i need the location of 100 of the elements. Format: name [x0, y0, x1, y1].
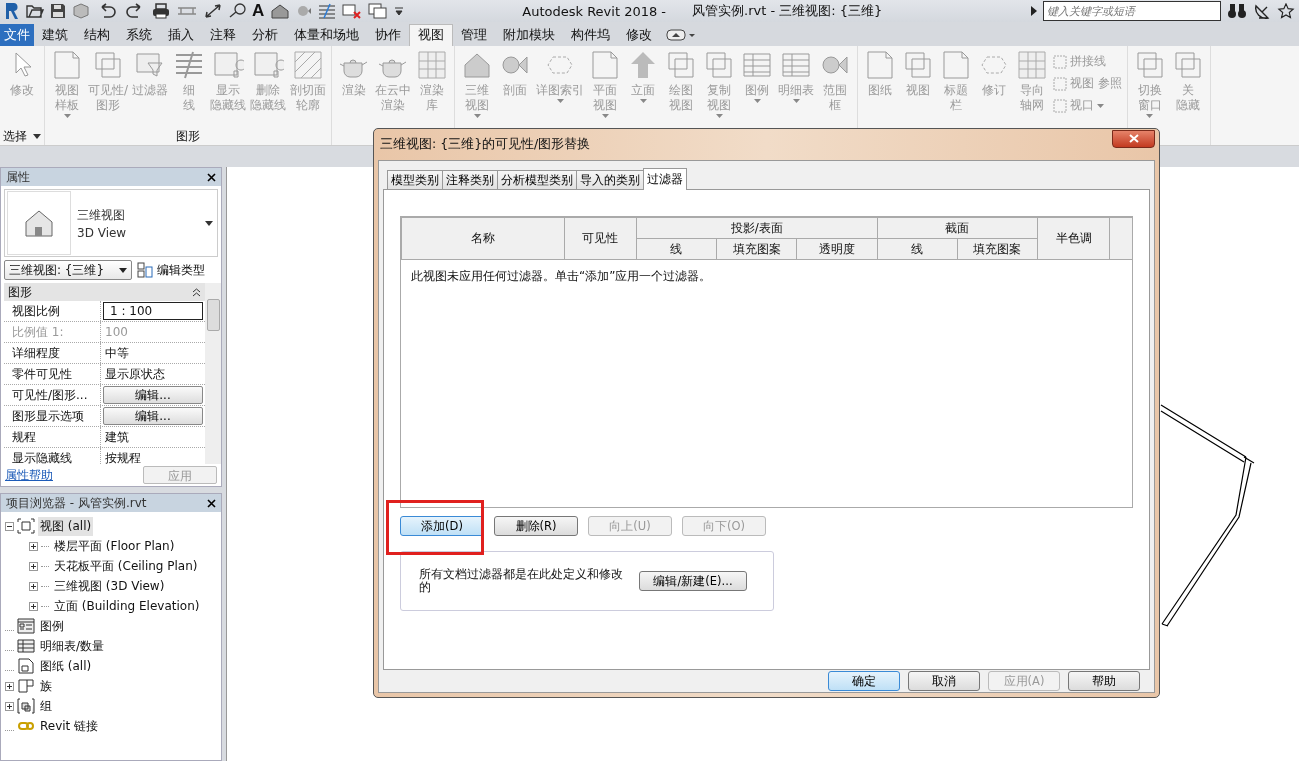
tree-item[interactable]: 组	[38, 696, 54, 716]
satellite-dish-icon[interactable]	[1253, 3, 1271, 19]
view-dropdown[interactable]: 三维视图: {三维}	[4, 260, 132, 280]
dropdown-arrow-icon	[205, 220, 213, 226]
expand-toggle-icon[interactable]	[5, 701, 14, 711]
close-icon[interactable]	[207, 172, 216, 182]
group-header: 图形	[8, 283, 32, 301]
column-header: 投影/表面	[636, 217, 878, 239]
tree-item[interactable]: 视图 (all)	[38, 516, 94, 536]
tree-item[interactable]: 族	[38, 676, 54, 696]
tree-item[interactable]: 图纸 (all)	[38, 656, 94, 676]
expand-arrow-icon[interactable]	[1031, 6, 1037, 16]
search-field[interactable]: 键入关键字或短语	[1043, 1, 1221, 21]
edit-button[interactable]: 编辑...	[103, 386, 203, 404]
empty-message: 此视图未应用任何过滤器。单击“添加”应用一个过滤器。	[410, 268, 713, 285]
property-value: 100	[104, 325, 128, 339]
close-windows-icon[interactable]	[342, 3, 363, 19]
dialog-tab[interactable]: 分析模型类别	[497, 170, 577, 189]
column-header: 名称	[401, 217, 565, 260]
ribbon-tab[interactable]: 系统	[118, 24, 160, 46]
tree-item[interactable]: Revit 链接	[38, 716, 101, 736]
r-logo-icon	[4, 2, 20, 20]
dialog-tab[interactable]: 模型类别	[387, 170, 443, 189]
ribbon-tab[interactable]: 体量和场地	[286, 24, 367, 46]
save-icon[interactable]	[50, 3, 66, 19]
document-title: 风管实例.rvt - 三维视图: {三维}	[692, 2, 884, 20]
panel-title: 选择	[3, 127, 27, 145]
tree-item[interactable]: 楼层平面 (Floor Plan)	[52, 536, 177, 556]
property-value: 中等	[104, 344, 129, 362]
expand-toggle-icon[interactable]	[29, 601, 38, 611]
dialog-button[interactable]: 添加(D)	[400, 516, 484, 536]
ribbon-tab[interactable]: 注释	[202, 24, 244, 46]
dialog-button[interactable]: 删除(R)	[494, 516, 578, 536]
scrollbar[interactable]	[205, 283, 221, 464]
scale-field[interactable]: 1 : 100	[103, 302, 203, 320]
property-value: 显示原状态	[104, 365, 165, 383]
cube-icon[interactable]	[72, 3, 90, 19]
file-menu-tab[interactable]: 文件	[0, 24, 34, 46]
edit-type-icon	[137, 262, 153, 278]
help-link[interactable]: 属性帮助	[5, 466, 53, 484]
column-header: 可见性	[564, 217, 637, 260]
ribbon-tab[interactable]: 附加模块	[495, 24, 563, 46]
ribbon-tab[interactable]: 管理	[453, 24, 495, 46]
edit-button[interactable]: 编辑...	[103, 407, 203, 425]
text-tool-icon[interactable]: A	[252, 1, 265, 21]
close-icon	[1128, 134, 1139, 143]
ribbon-tab[interactable]: 结构	[76, 24, 118, 46]
expand-toggle-icon[interactable]	[29, 541, 38, 551]
property-name: 比例值 1:	[4, 322, 101, 342]
tree-item[interactable]: 立面 (Building Elevation)	[52, 596, 202, 616]
tree-item[interactable]: 图例	[38, 616, 66, 636]
dimension-icon[interactable]	[204, 3, 222, 19]
tree-item[interactable]: 天花板平面 (Ceiling Plan)	[52, 556, 200, 576]
family-icon	[17, 678, 35, 694]
type-subname: 3D View	[77, 225, 128, 240]
print-icon[interactable]	[152, 3, 170, 19]
house-icon[interactable]	[270, 3, 291, 19]
collapse-toggle-icon[interactable]	[5, 521, 14, 531]
thin-lines-icon[interactable]	[318, 3, 337, 19]
hatch-icon	[292, 49, 325, 81]
grid-icon	[1016, 49, 1049, 81]
column-header: 截面	[877, 217, 1038, 239]
ribbon-tab[interactable]: 协作	[367, 24, 409, 46]
type-selector[interactable]: 三维视图 3D View	[4, 189, 218, 257]
binoculars-icon[interactable]	[1227, 3, 1247, 19]
dialog-tab[interactable]: 导入的类别	[576, 170, 644, 189]
frames-icon	[92, 49, 124, 81]
legend-icon	[17, 618, 35, 634]
edit-new-button[interactable]: 编辑/新建(E)...	[639, 571, 747, 591]
tree-item[interactable]: 明细表/数量	[38, 636, 107, 656]
ribbon-tab[interactable]: 建筑	[34, 24, 76, 46]
ribbon-tab[interactable]: 视图	[409, 24, 453, 46]
dialog-button[interactable]: 取消	[908, 671, 980, 691]
open-folder-icon[interactable]	[26, 3, 44, 19]
close-icon[interactable]	[207, 498, 216, 508]
ribbon-tab[interactable]: 插入	[160, 24, 202, 46]
expand-toggle-icon[interactable]	[29, 561, 38, 571]
star-icon[interactable]	[1277, 3, 1295, 19]
minimize-ribbon-icon[interactable]	[666, 29, 696, 41]
expand-toggle-icon[interactable]	[29, 581, 38, 591]
tree-item[interactable]: 三维视图 (3D View)	[52, 576, 167, 596]
property-name: 可见性/图形...	[4, 385, 101, 405]
collapse-icon[interactable]	[192, 287, 201, 297]
property-name: 图形显示选项	[4, 406, 101, 426]
dialog-tab[interactable]: 注释类别	[442, 170, 498, 189]
property-value: 按规程	[104, 449, 141, 464]
dashed-square-icon	[1053, 76, 1068, 91]
ribbon-tab[interactable]: 修改	[618, 24, 660, 46]
ribbon-tab[interactable]: 分析	[244, 24, 286, 46]
dialog-title: 三维视图: {三维}的可见性/图形替换	[380, 136, 591, 153]
expand-toggle-icon[interactable]	[5, 681, 14, 691]
switch-windows-icon[interactable]	[368, 3, 389, 19]
dialog-button[interactable]: 帮助	[1068, 671, 1140, 691]
ribbon-tab[interactable]: 构件坞	[563, 24, 618, 46]
column-header: 半色调	[1037, 217, 1110, 260]
dialog-button[interactable]: 确定	[828, 671, 900, 691]
property-name: 视图比例	[4, 301, 101, 321]
edit-type-button[interactable]: 编辑类型	[137, 261, 205, 279]
close-button[interactable]	[1112, 129, 1155, 148]
dialog-tab[interactable]: 过滤器	[643, 168, 687, 190]
